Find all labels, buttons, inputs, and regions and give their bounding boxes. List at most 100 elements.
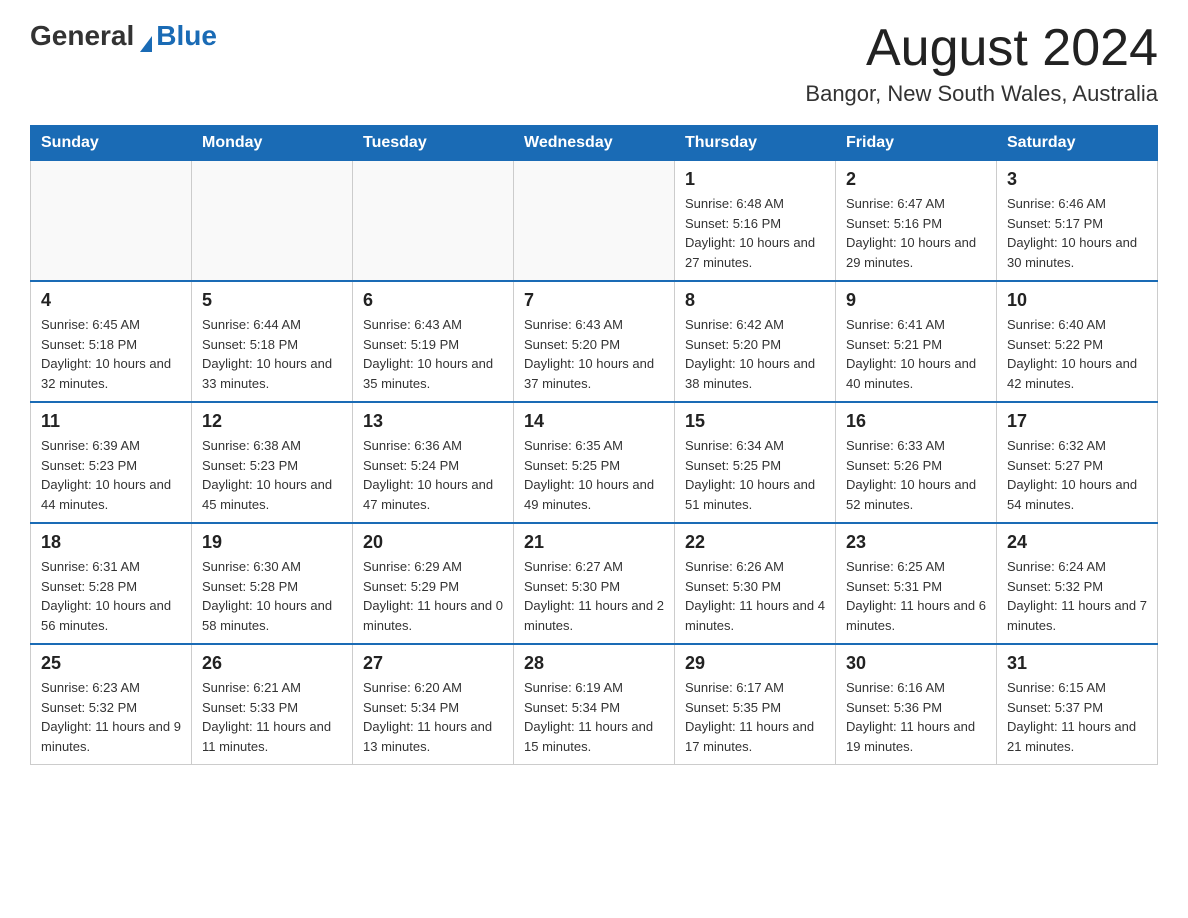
day-number: 20 (363, 532, 503, 553)
day-number: 27 (363, 653, 503, 674)
day-number: 3 (1007, 169, 1147, 190)
calendar-week-row: 18 Sunrise: 6:31 AMSunset: 5:28 PMDayligh… (31, 523, 1158, 644)
day-number: 21 (524, 532, 664, 553)
day-number: 11 (41, 411, 181, 432)
day-info: Sunrise: 6:39 AMSunset: 5:23 PMDaylight:… (41, 436, 181, 514)
month-title: August 2024 (805, 20, 1158, 77)
calendar-day-cell: 12 Sunrise: 6:38 AMSunset: 5:23 PMDayligh… (192, 402, 353, 523)
calendar-day-cell: 13 Sunrise: 6:36 AMSunset: 5:24 PMDayligh… (353, 402, 514, 523)
calendar-day-cell: 28Sunrise: 6:19 AMSunset: 5:34 PMDayligh… (514, 644, 675, 765)
day-info: Sunrise: 6:17 AMSunset: 5:35 PMDaylight:… (685, 678, 825, 756)
day-info: Sunrise: 6:35 AMSunset: 5:25 PMDaylight:… (524, 436, 664, 514)
calendar-day-cell: 1 Sunrise: 6:48 AMSunset: 5:16 PMDaylight… (675, 161, 836, 282)
weekday-header-monday: Monday (192, 126, 353, 161)
day-number: 9 (846, 290, 986, 311)
day-info: Sunrise: 6:21 AMSunset: 5:33 PMDaylight:… (202, 678, 342, 756)
calendar-day-cell: 22Sunrise: 6:26 AMSunset: 5:30 PMDayligh… (675, 523, 836, 644)
weekday-header-saturday: Saturday (997, 126, 1158, 161)
calendar-day-cell: 29 Sunrise: 6:17 AMSunset: 5:35 PMDayligh… (675, 644, 836, 765)
title-block: August 2024 Bangor, New South Wales, Aus… (805, 20, 1158, 107)
calendar-week-row: 4Sunrise: 6:45 AMSunset: 5:18 PMDaylight… (31, 281, 1158, 402)
day-number: 25 (41, 653, 181, 674)
calendar-day-cell: 23Sunrise: 6:25 AMSunset: 5:31 PMDayligh… (836, 523, 997, 644)
day-number: 19 (202, 532, 342, 553)
day-info: Sunrise: 6:46 AMSunset: 5:17 PMDaylight:… (1007, 194, 1147, 272)
day-info: Sunrise: 6:27 AMSunset: 5:30 PMDaylight:… (524, 557, 664, 635)
day-info: Sunrise: 6:31 AMSunset: 5:28 PMDaylight:… (41, 557, 181, 635)
day-number: 29 (685, 653, 825, 674)
calendar-day-cell (31, 161, 192, 282)
day-info: Sunrise: 6:25 AMSunset: 5:31 PMDaylight:… (846, 557, 986, 635)
day-info: Sunrise: 6:47 AMSunset: 5:16 PMDaylight:… (846, 194, 986, 272)
calendar-table: SundayMondayTuesdayWednesdayThursdayFrid… (30, 125, 1158, 765)
day-number: 6 (363, 290, 503, 311)
day-number: 18 (41, 532, 181, 553)
day-info: Sunrise: 6:15 AMSunset: 5:37 PMDaylight:… (1007, 678, 1147, 756)
logo: General Blue (30, 20, 217, 52)
day-info: Sunrise: 6:26 AMSunset: 5:30 PMDaylight:… (685, 557, 825, 635)
calendar-day-cell: 18 Sunrise: 6:31 AMSunset: 5:28 PMDayligh… (31, 523, 192, 644)
day-info: Sunrise: 6:42 AMSunset: 5:20 PMDaylight:… (685, 315, 825, 393)
day-info: Sunrise: 6:43 AMSunset: 5:20 PMDaylight:… (524, 315, 664, 393)
calendar-day-cell: 2 Sunrise: 6:47 AMSunset: 5:16 PMDaylight… (836, 161, 997, 282)
calendar-day-cell: 4Sunrise: 6:45 AMSunset: 5:18 PMDaylight… (31, 281, 192, 402)
calendar-day-cell: 31 Sunrise: 6:15 AMSunset: 5:37 PMDayligh… (997, 644, 1158, 765)
calendar-day-cell: 7 Sunrise: 6:43 AMSunset: 5:20 PMDaylight… (514, 281, 675, 402)
calendar-week-row: 11 Sunrise: 6:39 AMSunset: 5:23 PMDayligh… (31, 402, 1158, 523)
day-info: Sunrise: 6:19 AMSunset: 5:34 PMDaylight:… (524, 678, 664, 756)
day-info: Sunrise: 6:45 AMSunset: 5:18 PMDaylight:… (41, 315, 181, 393)
calendar-day-cell (353, 161, 514, 282)
day-number: 7 (524, 290, 664, 311)
day-number: 5 (202, 290, 342, 311)
day-number: 2 (846, 169, 986, 190)
day-info: Sunrise: 6:29 AMSunset: 5:29 PMDaylight:… (363, 557, 503, 635)
day-number: 10 (1007, 290, 1147, 311)
day-info: Sunrise: 6:20 AMSunset: 5:34 PMDaylight:… (363, 678, 503, 756)
day-info: Sunrise: 6:30 AMSunset: 5:28 PMDaylight:… (202, 557, 342, 635)
calendar-day-cell: 11 Sunrise: 6:39 AMSunset: 5:23 PMDayligh… (31, 402, 192, 523)
day-info: Sunrise: 6:24 AMSunset: 5:32 PMDaylight:… (1007, 557, 1147, 635)
calendar-day-cell: 17 Sunrise: 6:32 AMSunset: 5:27 PMDayligh… (997, 402, 1158, 523)
calendar-day-cell: 19 Sunrise: 6:30 AMSunset: 5:28 PMDayligh… (192, 523, 353, 644)
day-number: 8 (685, 290, 825, 311)
logo-general: General (30, 20, 134, 52)
day-number: 15 (685, 411, 825, 432)
calendar-day-cell (192, 161, 353, 282)
day-number: 30 (846, 653, 986, 674)
calendar-day-cell: 27 Sunrise: 6:20 AMSunset: 5:34 PMDayligh… (353, 644, 514, 765)
day-info: Sunrise: 6:23 AMSunset: 5:32 PMDaylight:… (41, 678, 181, 756)
day-info: Sunrise: 6:48 AMSunset: 5:16 PMDaylight:… (685, 194, 825, 272)
calendar-day-cell: 26 Sunrise: 6:21 AMSunset: 5:33 PMDayligh… (192, 644, 353, 765)
day-info: Sunrise: 6:36 AMSunset: 5:24 PMDaylight:… (363, 436, 503, 514)
day-number: 12 (202, 411, 342, 432)
calendar-day-cell: 14 Sunrise: 6:35 AMSunset: 5:25 PMDayligh… (514, 402, 675, 523)
calendar-week-row: 1 Sunrise: 6:48 AMSunset: 5:16 PMDaylight… (31, 161, 1158, 282)
weekday-header-thursday: Thursday (675, 126, 836, 161)
day-number: 13 (363, 411, 503, 432)
calendar-week-row: 25 Sunrise: 6:23 AMSunset: 5:32 PMDayligh… (31, 644, 1158, 765)
weekday-header-tuesday: Tuesday (353, 126, 514, 161)
day-number: 26 (202, 653, 342, 674)
day-info: Sunrise: 6:38 AMSunset: 5:23 PMDaylight:… (202, 436, 342, 514)
day-info: Sunrise: 6:44 AMSunset: 5:18 PMDaylight:… (202, 315, 342, 393)
day-number: 17 (1007, 411, 1147, 432)
day-info: Sunrise: 6:40 AMSunset: 5:22 PMDaylight:… (1007, 315, 1147, 393)
calendar-day-cell: 8 Sunrise: 6:42 AMSunset: 5:20 PMDaylight… (675, 281, 836, 402)
day-info: Sunrise: 6:32 AMSunset: 5:27 PMDaylight:… (1007, 436, 1147, 514)
calendar-day-cell: 24 Sunrise: 6:24 AMSunset: 5:32 PMDayligh… (997, 523, 1158, 644)
day-number: 16 (846, 411, 986, 432)
day-number: 24 (1007, 532, 1147, 553)
day-number: 31 (1007, 653, 1147, 674)
day-number: 1 (685, 169, 825, 190)
day-number: 14 (524, 411, 664, 432)
page-header: General Blue August 2024 Bangor, New Sou… (30, 20, 1158, 107)
day-info: Sunrise: 6:33 AMSunset: 5:26 PMDaylight:… (846, 436, 986, 514)
calendar-day-cell: 21 Sunrise: 6:27 AMSunset: 5:30 PMDayligh… (514, 523, 675, 644)
calendar-day-cell: 15Sunrise: 6:34 AMSunset: 5:25 PMDayligh… (675, 402, 836, 523)
calendar-day-cell: 6Sunrise: 6:43 AMSunset: 5:19 PMDaylight… (353, 281, 514, 402)
calendar-day-cell: 3 Sunrise: 6:46 AMSunset: 5:17 PMDaylight… (997, 161, 1158, 282)
weekday-header-friday: Friday (836, 126, 997, 161)
weekday-header-sunday: Sunday (31, 126, 192, 161)
weekday-header-row: SundayMondayTuesdayWednesdayThursdayFrid… (31, 126, 1158, 161)
calendar-day-cell: 16 Sunrise: 6:33 AMSunset: 5:26 PMDayligh… (836, 402, 997, 523)
